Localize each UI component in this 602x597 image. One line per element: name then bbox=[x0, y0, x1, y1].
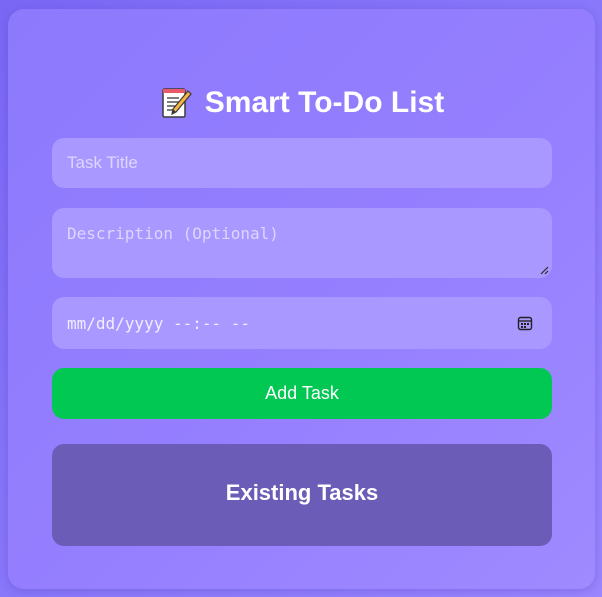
existing-tasks-heading: Existing Tasks bbox=[225, 480, 379, 505]
due-datetime-input[interactable]: mm/dd/yyyy --:-- -- bbox=[52, 297, 552, 349]
description-placeholder: Description (Optional) bbox=[67, 224, 279, 243]
existing-tasks-panel: Existing Tasks bbox=[52, 444, 552, 546]
memo-icon bbox=[162, 88, 192, 118]
page-title-text: Smart To-Do List bbox=[204, 86, 445, 119]
calendar-icon[interactable] bbox=[517, 315, 533, 331]
todo-card: Smart To-Do List Task Title Description … bbox=[8, 9, 595, 589]
add-task-button-label: Add Task bbox=[265, 383, 339, 403]
add-task-button[interactable]: Add Task bbox=[52, 368, 552, 419]
resize-handle-icon[interactable] bbox=[540, 266, 549, 275]
page-title: Smart To-Do List bbox=[8, 83, 595, 123]
task-title-input[interactable]: Task Title bbox=[52, 138, 552, 188]
datetime-placeholder: mm/dd/yyyy --:-- -- bbox=[67, 314, 251, 333]
task-title-placeholder: Task Title bbox=[67, 153, 138, 172]
description-textarea[interactable]: Description (Optional) bbox=[52, 208, 552, 278]
